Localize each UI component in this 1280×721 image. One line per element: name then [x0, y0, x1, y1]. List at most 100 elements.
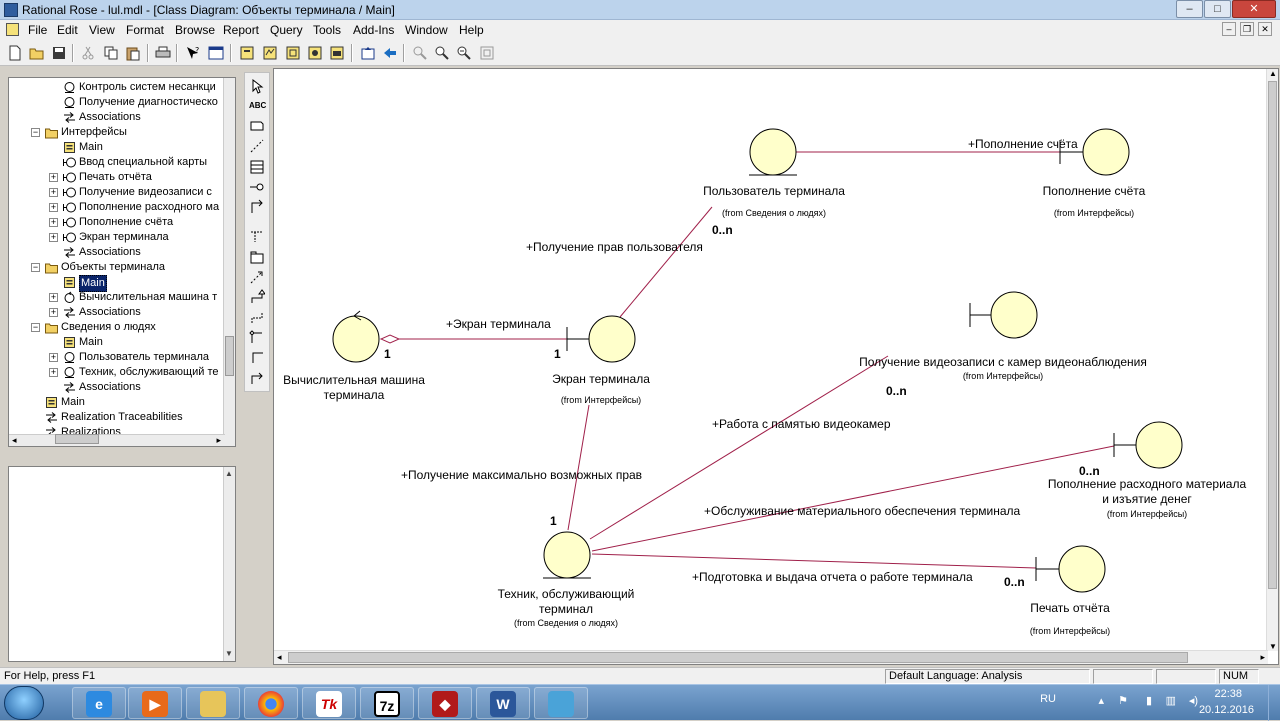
menu-edit[interactable]: Edit: [57, 23, 78, 37]
mdi-close-button[interactable]: ✕: [1258, 22, 1272, 36]
open-folder-icon[interactable]: [29, 45, 45, 61]
save-icon[interactable]: [51, 45, 67, 61]
minimize-button[interactable]: –: [1176, 0, 1203, 18]
aggregation-tool-icon[interactable]: [249, 329, 265, 345]
show-desktop-button[interactable]: [1268, 685, 1280, 721]
association-label[interactable]: +Получение максимально возможных прав: [401, 468, 642, 482]
taskbar-tk[interactable]: Tk: [302, 687, 356, 719]
expand-toggle-icon[interactable]: +: [49, 308, 58, 317]
collapse-toggle-icon[interactable]: −: [31, 263, 40, 272]
association-label[interactable]: +Получение прав пользователя: [526, 240, 703, 254]
selection-tool-icon[interactable]: [249, 78, 265, 94]
boundary-class-print[interactable]: [1035, 545, 1106, 593]
mdi-restore-button[interactable]: ❐: [1240, 22, 1254, 36]
expand-toggle-icon[interactable]: +: [49, 353, 58, 362]
scroll-right-icon[interactable]: ▸: [1260, 652, 1265, 663]
scroll-down-icon[interactable]: ▼: [224, 649, 234, 659]
expand-toggle-icon[interactable]: +: [49, 188, 58, 197]
taskbar-7zip[interactable]: 7z: [360, 687, 414, 719]
association-line[interactable]: [619, 206, 713, 318]
taskbar-media[interactable]: ▶: [128, 687, 182, 719]
control-class-vm[interactable]: [332, 310, 380, 363]
browse-component-diagram-icon[interactable]: [285, 45, 301, 61]
association-label[interactable]: +Экран терминала: [446, 317, 551, 331]
association-label[interactable]: +Работа с памятью видеокамер: [712, 417, 891, 431]
taskbar-ie[interactable]: e: [72, 687, 126, 719]
interface-tool-icon[interactable]: [249, 179, 265, 195]
expand-toggle-icon[interactable]: +: [49, 173, 58, 182]
browser-vertical-scrollbar[interactable]: [223, 78, 235, 446]
association-line[interactable]: [591, 553, 1037, 569]
documentation-pane[interactable]: ▲ ▼: [8, 466, 236, 662]
volume-icon[interactable]: ◂): [1189, 694, 1198, 707]
documentation-scrollbar[interactable]: ▲ ▼: [223, 467, 235, 661]
dependency-tool-icon[interactable]: [249, 269, 265, 285]
note-tool-icon[interactable]: [249, 118, 265, 134]
class-tool-icon[interactable]: [249, 159, 265, 175]
browse-class-diagram-icon[interactable]: [239, 45, 255, 61]
browser-horizontal-scrollbar[interactable]: ◂ ▸: [9, 434, 225, 446]
collapse-toggle-icon[interactable]: −: [31, 323, 40, 332]
menu-query[interactable]: Query: [270, 23, 303, 37]
document-icon[interactable]: [6, 23, 19, 36]
entity-class-tech[interactable]: [543, 531, 591, 579]
taskbar-image[interactable]: [534, 687, 588, 719]
composition-tool-icon[interactable]: [249, 349, 265, 365]
expand-toggle-icon[interactable]: +: [49, 218, 58, 227]
browse-parent-icon[interactable]: [360, 45, 376, 61]
boundary-class-supply[interactable]: [1113, 421, 1183, 469]
association-class-tool-icon[interactable]: [249, 228, 265, 244]
new-file-icon[interactable]: [7, 45, 23, 61]
language-indicator[interactable]: RU: [1040, 693, 1056, 705]
boundary-class-video[interactable]: [969, 291, 1038, 339]
package-tool-icon[interactable]: [249, 249, 265, 265]
browse-interaction-diagram-icon[interactable]: [262, 45, 278, 61]
menu-help[interactable]: Help: [459, 23, 484, 37]
scroll-up-icon[interactable]: ▲: [1269, 69, 1277, 78]
expand-toggle-icon[interactable]: +: [49, 233, 58, 242]
mdi-minimize-button[interactable]: –: [1222, 22, 1236, 36]
scroll-up-icon[interactable]: ▲: [224, 469, 234, 479]
menu-report[interactable]: Report: [223, 23, 259, 37]
browse-previous-icon[interactable]: [382, 45, 398, 61]
menu-file[interactable]: File: [28, 23, 47, 37]
zoom-in-icon[interactable]: [434, 45, 450, 61]
association-label[interactable]: +Пополнение счёта: [968, 137, 1078, 151]
zoom-to-selection-icon[interactable]: [412, 45, 428, 61]
boundary-class-screen[interactable]: [566, 315, 636, 363]
expand-toggle-icon[interactable]: +: [49, 203, 58, 212]
taskbar-chrome[interactable]: [244, 687, 298, 719]
print-icon[interactable]: [155, 45, 171, 61]
menu-format[interactable]: Format: [126, 23, 164, 37]
menu-view[interactable]: View: [89, 23, 115, 37]
collapse-toggle-icon[interactable]: −: [31, 128, 40, 137]
unidirectional-association-tool-icon[interactable]: [249, 199, 265, 215]
scroll-left-icon[interactable]: ◂: [277, 652, 282, 663]
paste-icon[interactable]: [125, 45, 141, 61]
menu-window[interactable]: Window: [405, 23, 448, 37]
link-attribute-tool-icon[interactable]: [249, 370, 265, 386]
zoom-out-icon[interactable]: [456, 45, 472, 61]
canvas-horizontal-scrollbar[interactable]: ◂ ▸: [274, 650, 1268, 664]
action-center-icon[interactable]: ⚑: [1118, 694, 1128, 707]
realize-tool-icon[interactable]: [249, 309, 265, 325]
anchor-note-tool-icon[interactable]: [249, 138, 265, 154]
network-icon[interactable]: ▥: [1166, 694, 1176, 707]
power-icon[interactable]: ▮: [1146, 694, 1152, 707]
taskbar-rose[interactable]: ◆: [418, 687, 472, 719]
canvas-vertical-scrollbar[interactable]: ▲ ▼: [1266, 69, 1278, 651]
menu-browse[interactable]: Browse: [175, 23, 215, 37]
entity-class-user[interactable]: [749, 128, 797, 176]
expand-toggle-icon[interactable]: +: [49, 293, 58, 302]
menu-add-ins[interactable]: Add-Ins: [353, 23, 394, 37]
menu-tools[interactable]: Tools: [313, 23, 341, 37]
boundary-class-topup[interactable]: [1059, 128, 1130, 176]
copy-icon[interactable]: [103, 45, 119, 61]
browse-deployment-diagram-icon[interactable]: [329, 45, 345, 61]
association-line[interactable]: [591, 445, 1115, 552]
close-button[interactable]: ✕: [1232, 0, 1276, 18]
scroll-down-icon[interactable]: ▼: [1269, 642, 1277, 651]
clock-date[interactable]: 20.12.2016: [1199, 704, 1254, 716]
association-label[interactable]: +Подготовка и выдача отчета о работе тер…: [692, 570, 973, 584]
taskbar-word[interactable]: W: [476, 687, 530, 719]
